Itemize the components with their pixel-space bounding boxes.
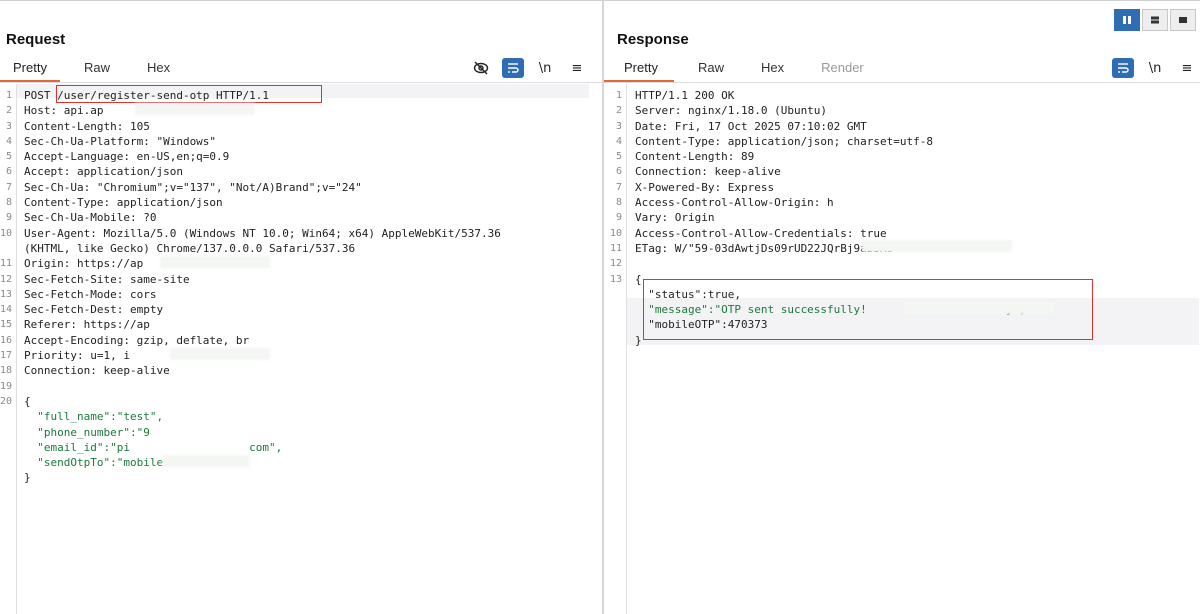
response-tabs: Pretty Raw Hex Render bbox=[604, 56, 877, 82]
response-tab-hex[interactable]: Hex bbox=[737, 56, 797, 80]
code-line: 3 Content-Length: 105 bbox=[5, 119, 150, 133]
code-line: 9 Vary: Origin bbox=[615, 211, 715, 225]
code-line: 17 Priority: u=1, i bbox=[0, 349, 130, 363]
request-tabs: Pretty Raw Hex bbox=[0, 56, 183, 82]
response-editor[interactable]: 1 HTTP/1.1 200 OK 2 Server: nginx/1.18.0 (… bbox=[604, 84, 1200, 614]
request-editor[interactable]: 1 POST /user/register-send-otp HTTP/1.1 2… bbox=[0, 84, 602, 614]
code-line: 12 Sec-Fetch-Site: same-site bbox=[0, 272, 190, 286]
request-tab-pretty[interactable]: Pretty bbox=[0, 56, 60, 82]
redacted-origin bbox=[160, 256, 270, 268]
code-line: 15 Referer: https://ap bbox=[0, 318, 150, 332]
code-line: "sendOtpTo":"mobile" bbox=[24, 456, 170, 470]
response-tab-pretty[interactable]: Pretty bbox=[604, 56, 674, 82]
code-line: 20{ bbox=[0, 394, 31, 408]
code-line: 7 Sec-Ch-Ua: "Chromium";v="137", "Not/A)B… bbox=[5, 180, 362, 194]
code-line: 9 Sec-Ch-Ua-Mobile: ?0 bbox=[5, 211, 157, 225]
code-line: 3 Date: Fri, 17 Oct 2025 07:10:02 GMT bbox=[615, 119, 867, 133]
response-tab-render[interactable]: Render bbox=[797, 56, 877, 80]
square-icon bbox=[1179, 17, 1187, 23]
response-title: Response bbox=[617, 31, 689, 48]
code-line: 5 Accept-Language: en-US,en;q=0.9 bbox=[5, 150, 230, 164]
endpoint-highlight-box bbox=[56, 85, 322, 103]
redacted-referer bbox=[170, 348, 270, 360]
response-pane: Response Pretty Raw Hex Render \n ≡ 1 HTT… bbox=[604, 28, 1200, 614]
code-line: 7 X-Powered-By: Express bbox=[615, 180, 775, 194]
code-line: 2 Server: nginx/1.18.0 (Ubuntu) bbox=[615, 104, 828, 118]
hide-eye-icon[interactable] bbox=[470, 58, 492, 78]
code-line: 8 Access-Control-Allow-Origin: h bbox=[615, 196, 834, 210]
code-line: 16 Accept-Encoding: gzip, deflate, br bbox=[0, 333, 250, 347]
code-line: 13 Sec-Fetch-Mode: cors bbox=[0, 287, 157, 301]
menu-icon[interactable]: ≡ bbox=[1176, 58, 1198, 78]
wrap-lines-icon[interactable] bbox=[1112, 58, 1134, 78]
response-tab-separator bbox=[604, 82, 1200, 83]
redacted-host bbox=[135, 103, 255, 115]
wrap-lines-icon[interactable] bbox=[502, 58, 524, 78]
code-line: } bbox=[24, 471, 31, 485]
response-tab-raw[interactable]: Raw bbox=[674, 56, 737, 80]
code-line: 1 HTTP/1.1 200 OK bbox=[615, 89, 735, 102]
code-line: 10 Access-Control-Allow-Credentials: true bbox=[609, 226, 887, 240]
code-line: 10 User-Agent: Mozilla/5.0 (Windows NT 10… bbox=[0, 226, 501, 240]
menu-icon[interactable]: ≡ bbox=[566, 58, 588, 78]
columns-icon bbox=[1123, 16, 1131, 24]
code-line: "full_name":"test", bbox=[24, 410, 164, 424]
code-line: 19 bbox=[0, 380, 13, 392]
newline-toggle-button[interactable]: \n bbox=[1144, 58, 1166, 78]
request-tab-separator bbox=[0, 82, 602, 83]
request-code: 1 POST /user/register-send-otp HTTP/1.1 2… bbox=[0, 88, 602, 486]
code-line: 6 Accept: application/json bbox=[5, 165, 183, 179]
code-line: 12 bbox=[609, 258, 622, 270]
code-line: 4 Content-Type: application/json; charset… bbox=[615, 134, 934, 148]
redacted-phone bbox=[162, 455, 250, 467]
code-line: 4 Sec-Ch-Ua-Platform: "Windows" bbox=[5, 134, 217, 148]
code-line: 14 Sec-Fetch-Dest: empty bbox=[0, 303, 164, 317]
code-line: 2 Host: api.ap bbox=[5, 104, 104, 118]
code-line: 6 Connection: keep-alive bbox=[615, 165, 781, 179]
redacted-message bbox=[904, 302, 1054, 314]
response-toolbar: \n ≡ bbox=[1112, 58, 1198, 78]
request-title: Request bbox=[6, 31, 66, 48]
request-tab-hex[interactable]: Hex bbox=[123, 56, 183, 80]
code-line: 11 Origin: https://ap bbox=[0, 257, 144, 271]
code-line: (KHTML, like Gecko) Chrome/137.0.0.0 Saf… bbox=[24, 241, 356, 255]
code-line: 8 Content-Type: application/json bbox=[5, 196, 223, 210]
code-line: "phone_number":"9 bbox=[24, 425, 150, 439]
redacted-allow-origin bbox=[862, 240, 1012, 252]
newline-toggle-button[interactable]: \n bbox=[534, 58, 556, 78]
code-line: 5 Content-Length: 89 bbox=[615, 150, 755, 164]
top-bar bbox=[0, 0, 1200, 31]
request-pane: Request Pretty Raw Hex \n ≡ 1 POST /user/… bbox=[0, 28, 602, 614]
code-line: 18 Connection: keep-alive bbox=[0, 364, 170, 378]
rows-icon bbox=[1151, 16, 1159, 24]
request-toolbar: \n ≡ bbox=[470, 58, 588, 78]
code-line: "email_id":"pi com", bbox=[24, 440, 283, 454]
request-tab-raw[interactable]: Raw bbox=[60, 56, 123, 80]
